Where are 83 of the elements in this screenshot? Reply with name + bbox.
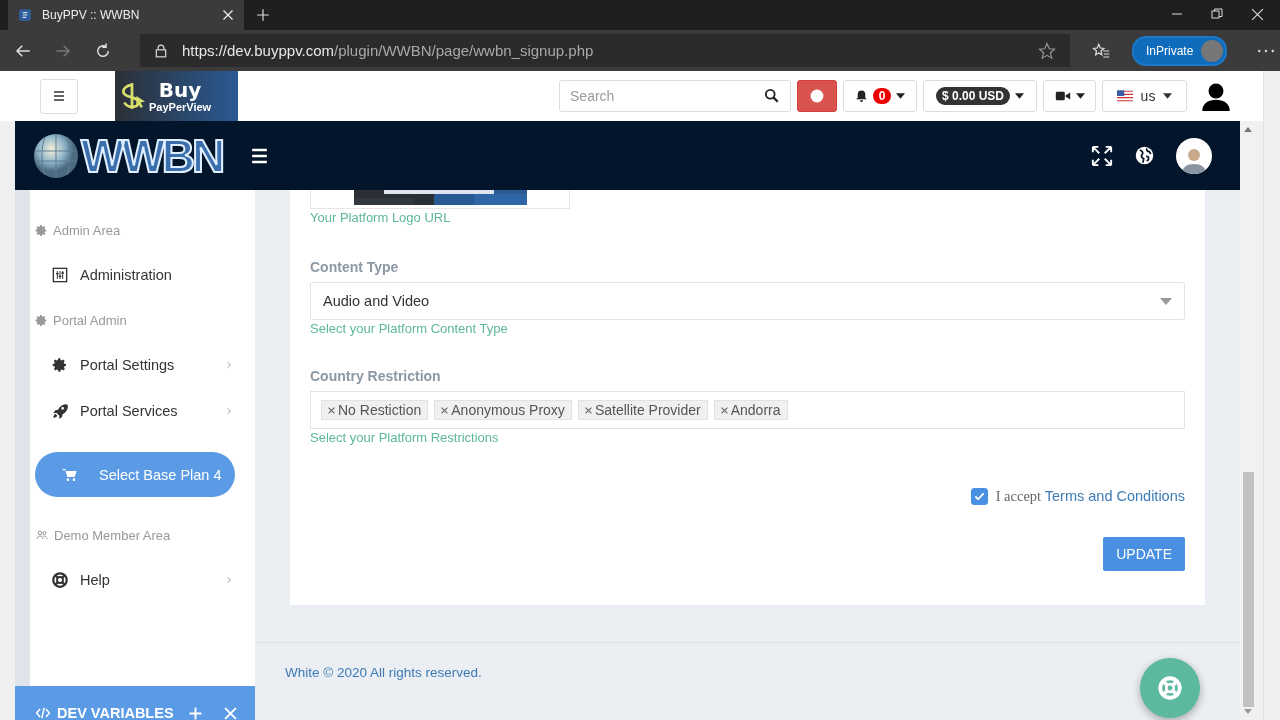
section-heading: Admin Area: [53, 222, 121, 238]
terms-text: I accept Terms and Conditions: [995, 487, 1185, 505]
hint-text: Select your Platform Content Type: [310, 320, 509, 338]
url-text: https://dev.buyppv.com/plugin/WWBN/page/wwbn_signup.php: [182, 42, 594, 59]
network-logo[interactable]: WWBN: [33, 132, 223, 179]
section-heading: Portal Admin: [53, 312, 127, 328]
code-icon: [35, 706, 51, 720]
panel-title: DEV VARIABLES: [57, 705, 175, 720]
more-icon[interactable]: [1257, 47, 1276, 54]
camera-button[interactable]: [1043, 80, 1096, 112]
profile-button[interactable]: InPrivate: [1132, 35, 1228, 66]
sidebar-item[interactable]: Portal Services: [30, 388, 255, 434]
avatar[interactable]: [1176, 137, 1212, 174]
footer-text: White © 2020 All rights reserved.: [285, 665, 482, 680]
browser-tab[interactable]: BuyPPV :: WWBN: [8, 0, 244, 30]
language-button[interactable]: us: [1102, 80, 1187, 112]
caret-icon: [896, 93, 906, 99]
bell-icon: [854, 89, 868, 103]
menu-button[interactable]: [40, 78, 78, 114]
remove-icon: [720, 406, 728, 414]
sidebar-item[interactable]: Help: [30, 557, 255, 603]
terms-link[interactable]: Terms and Conditions: [1044, 487, 1185, 504]
restriction-tag[interactable]: No Restiction: [321, 400, 429, 420]
restriction-tag[interactable]: Andorra: [713, 400, 788, 420]
users-icon: [35, 529, 49, 541]
new-tab-icon[interactable]: [256, 8, 270, 22]
close-icon[interactable]: [222, 9, 234, 21]
gear-icon: [35, 313, 48, 327]
lock-icon: [154, 42, 168, 59]
search-icon[interactable]: [764, 88, 779, 103]
search-field[interactable]: Search: [559, 80, 791, 112]
refresh-icon[interactable]: [94, 41, 112, 60]
notifications-button[interactable]: 0: [843, 80, 917, 112]
close-icon[interactable]: [1251, 8, 1264, 21]
restriction-tag[interactable]: Anonymous Proxy: [434, 400, 572, 420]
notification-count: 0: [872, 88, 892, 104]
site-icon: [18, 8, 32, 22]
globe-icon[interactable]: [1135, 146, 1154, 165]
dropdown-icon: [1160, 297, 1172, 305]
hint-text: Select your Platform Restrictions: [310, 429, 500, 447]
plus-icon[interactable]: [189, 706, 202, 720]
check-icon: [973, 490, 985, 502]
menu-icon: [52, 90, 66, 102]
rocket-icon: [52, 403, 68, 419]
terms-checkbox[interactable]: [970, 487, 988, 505]
caret-icon: [1015, 93, 1025, 99]
sliders-icon: [52, 267, 68, 283]
page-scrollbar[interactable]: [1263, 71, 1280, 720]
menu-icon[interactable]: [250, 147, 270, 164]
remove-icon: [584, 406, 592, 414]
cart-icon: [61, 466, 79, 483]
user-icon[interactable]: [1201, 81, 1231, 111]
flag-icon: [1116, 90, 1133, 102]
lifebuoy-icon: [1157, 675, 1183, 701]
restore-icon[interactable]: [1211, 8, 1223, 20]
remove-icon: [328, 406, 335, 414]
caret-icon: [1163, 93, 1173, 99]
field-label: Country Restriction: [310, 367, 442, 385]
sidebar-item[interactable]: Portal Settings: [30, 342, 255, 388]
favorites-icon[interactable]: [1092, 41, 1110, 60]
record-button[interactable]: [797, 80, 837, 112]
video-camera-icon: [1054, 90, 1071, 102]
content-type-select[interactable]: Audio and Video: [310, 282, 1185, 320]
restriction-tag[interactable]: Satellite Provider: [577, 400, 708, 420]
scroll-down-icon: [1244, 709, 1252, 714]
record-icon: [810, 89, 824, 103]
gear-icon: [35, 223, 48, 237]
address-bar[interactable]: https://dev.buyppv.com/plugin/WWBN/page/wwbn_signup.php: [140, 34, 1070, 67]
settings-icon: [52, 357, 68, 373]
sidebar-item[interactable]: Administration: [30, 252, 255, 298]
lifebuoy-icon: [51, 571, 69, 589]
caret-icon: [1075, 93, 1085, 99]
balance-button[interactable]: $ 0.00 USD: [923, 80, 1037, 112]
field-label: Content Type: [310, 258, 400, 276]
restriction-field[interactable]: No Restiction Anonymous Proxy Satellite Provider Andorra: [310, 391, 1185, 429]
remove-icon: [441, 406, 449, 414]
scroll-up-icon: [1244, 127, 1252, 132]
fullscreen-icon[interactable]: [1091, 144, 1113, 167]
star-icon[interactable]: [1038, 41, 1056, 60]
coin-icon: [119, 81, 145, 111]
hint-text: Your Platform Logo URL: [310, 209, 452, 227]
section-heading: Demo Member Area: [54, 527, 171, 543]
site-logo[interactable]: Buy PayPerView: [115, 71, 238, 121]
